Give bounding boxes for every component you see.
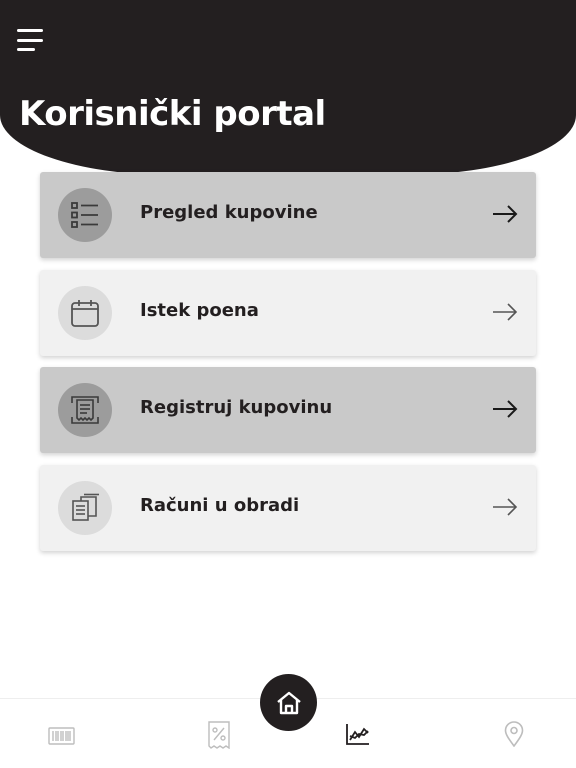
menu-item-registruj-kupovinu[interactable]: Registruj kupovinu	[40, 367, 536, 453]
discount-tag-icon[interactable]	[208, 721, 230, 753]
list-icon	[58, 188, 112, 242]
menu-item-label: Računi u obradi	[140, 495, 300, 516]
chart-icon[interactable]	[346, 723, 370, 749]
hamburger-menu-icon[interactable]	[17, 29, 45, 51]
barcode-icon[interactable]	[48, 727, 75, 749]
menu-item-label: Registruj kupovinu	[140, 397, 333, 418]
location-pin-icon[interactable]	[504, 721, 524, 751]
menu-item-label: Pregled kupovine	[140, 202, 318, 223]
arrow-right-icon	[493, 400, 518, 418]
menu-item-racuni-u-obradi[interactable]: Računi u obradi	[40, 465, 536, 551]
home-button[interactable]	[260, 674, 317, 731]
documents-icon	[58, 481, 112, 535]
calendar-icon	[58, 286, 112, 340]
arrow-right-icon	[493, 498, 518, 516]
home-icon	[276, 691, 301, 714]
menu-item-pregled-kupovine[interactable]: Pregled kupovine	[40, 172, 536, 258]
page-title: Korisnički portal	[19, 94, 326, 134]
arrow-right-icon	[493, 205, 518, 223]
receipt-icon	[58, 383, 112, 437]
header: Korisnički portal	[0, 0, 576, 175]
menu-item-istek-poena[interactable]: Istek poena	[40, 270, 536, 356]
arrow-right-icon	[493, 303, 518, 321]
menu-item-label: Istek poena	[140, 300, 259, 321]
